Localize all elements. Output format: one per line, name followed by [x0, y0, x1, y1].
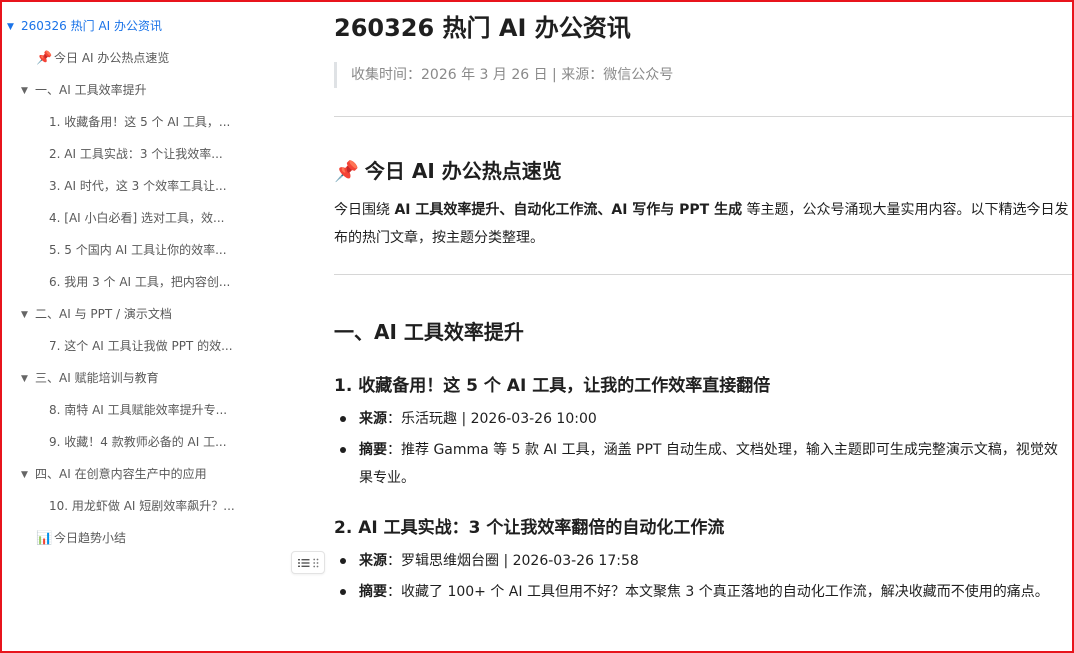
- toc-item-article-5[interactable]: 5. 5 个国内 AI 工具让你的效率...: [49, 238, 254, 262]
- hot-heading: 📌 今日 AI 办公热点速览: [334, 159, 562, 183]
- meta-quote: 收集时间：2026 年 3 月 26 日 | 来源：微信公众号: [334, 62, 673, 88]
- toc-item-hot[interactable]: 📌 今日 AI 办公热点速览: [36, 46, 306, 70]
- toc-item-summary[interactable]: 📊 今日趋势小结: [36, 526, 306, 550]
- toc-item-article-7[interactable]: 7. 这个 AI 工具让我做 PPT 的效...: [49, 334, 254, 358]
- article-1-source: 来源：乐活玩趣 | 2026-03-26 10:00: [334, 405, 1070, 433]
- toc-item-article-6[interactable]: 6. 我用 3 个 AI 工具，把内容创...: [49, 270, 254, 294]
- bullet-dot: [340, 558, 346, 564]
- bullet-dot: [340, 416, 346, 422]
- toc-item-section-4[interactable]: ▼ 四、AI 在创意内容生产中的应用: [21, 462, 306, 486]
- pushpin-icon: 📌: [36, 51, 53, 66]
- chevron-down-icon[interactable]: ▼: [21, 303, 31, 326]
- bullet-dot: [340, 447, 346, 453]
- article-2-source: 来源：罗辑思维烟台圈 | 2026-03-26 17:58: [334, 547, 1070, 575]
- app-frame: ▼ 260326 热门 AI 办公资讯 📌 今日 AI 办公热点速览 ▼ 一、AI 工…: [0, 0, 1074, 653]
- toc-item-article-3[interactable]: 3. AI 时代，这 3 个效率工具让...: [49, 174, 254, 198]
- page-title: 260326 热门 AI 办公资讯: [334, 14, 631, 42]
- list-icon: [297, 558, 309, 567]
- chevron-down-icon[interactable]: ▼: [21, 79, 31, 102]
- block-drag-handle[interactable]: [291, 551, 325, 574]
- divider: [334, 116, 1072, 117]
- toc-item-article-2[interactable]: 2. AI 工具实战：3 个让我效率...: [49, 142, 254, 166]
- bar-chart-icon: 📊: [36, 531, 53, 546]
- chevron-down-icon[interactable]: ▼: [21, 463, 31, 486]
- chevron-down-icon[interactable]: ▼: [21, 367, 31, 390]
- chevron-down-icon[interactable]: ▼: [7, 15, 17, 38]
- outline-sidebar: ▼ 260326 热门 AI 办公资讯 📌 今日 AI 办公热点速览 ▼ 一、AI 工…: [2, 10, 322, 640]
- toc-item-section-1[interactable]: ▼ 一、AI 工具效率提升: [21, 78, 306, 102]
- toc-item-section-3[interactable]: ▼ 三、AI 赋能培训与教育: [21, 366, 306, 390]
- article-2-title: 2. AI 工具实战：3 个让我效率翻倍的自动化工作流: [334, 518, 725, 538]
- pushpin-icon: 📌: [334, 159, 359, 183]
- section-1-heading: 一、AI 工具效率提升: [334, 320, 524, 344]
- article-1-title: 1. 收藏备用！这 5 个 AI 工具，让我的工作效率直接翻倍: [334, 376, 771, 396]
- toc-item-section-2[interactable]: ▼ 二、AI 与 PPT / 演示文档: [21, 302, 306, 326]
- document-body: 260326 热门 AI 办公资讯 收集时间：2026 年 3 月 26 日 |…: [334, 2, 1072, 651]
- toc-item-doc-title[interactable]: ▼ 260326 热门 AI 办公资讯: [7, 14, 307, 38]
- article-2-summary: 摘要：收藏了 100+ 个 AI 工具但用不好？本文聚焦 3 个真正落地的自动化…: [334, 578, 1070, 606]
- toc-item-article-8[interactable]: 8. 南特 AI 工具赋能效率提升专...: [49, 398, 254, 422]
- bullet-dot: [340, 589, 346, 595]
- drag-dots-icon: [312, 558, 318, 567]
- toc-item-article-10[interactable]: 10. 用龙虾做 AI 短剧效率飙升？...: [49, 494, 269, 518]
- toc-item-article-9[interactable]: 9. 收藏！4 款教师必备的 AI 工...: [49, 430, 254, 454]
- toc-item-article-4[interactable]: 4. [AI 小白必看] 选对工具，效...: [49, 206, 254, 230]
- hot-intro-paragraph: 今日围绕 AI 工具效率提升、自动化工作流、AI 写作与 PPT 生成 等主题，…: [334, 202, 1069, 246]
- article-1-summary: 摘要：推荐 Gamma 等 5 款 AI 工具，涵盖 PPT 自动生成、文档处理…: [334, 436, 1070, 492]
- divider: [334, 274, 1072, 275]
- toc-item-article-1[interactable]: 1. 收藏备用！这 5 个 AI 工具，...: [49, 110, 254, 134]
